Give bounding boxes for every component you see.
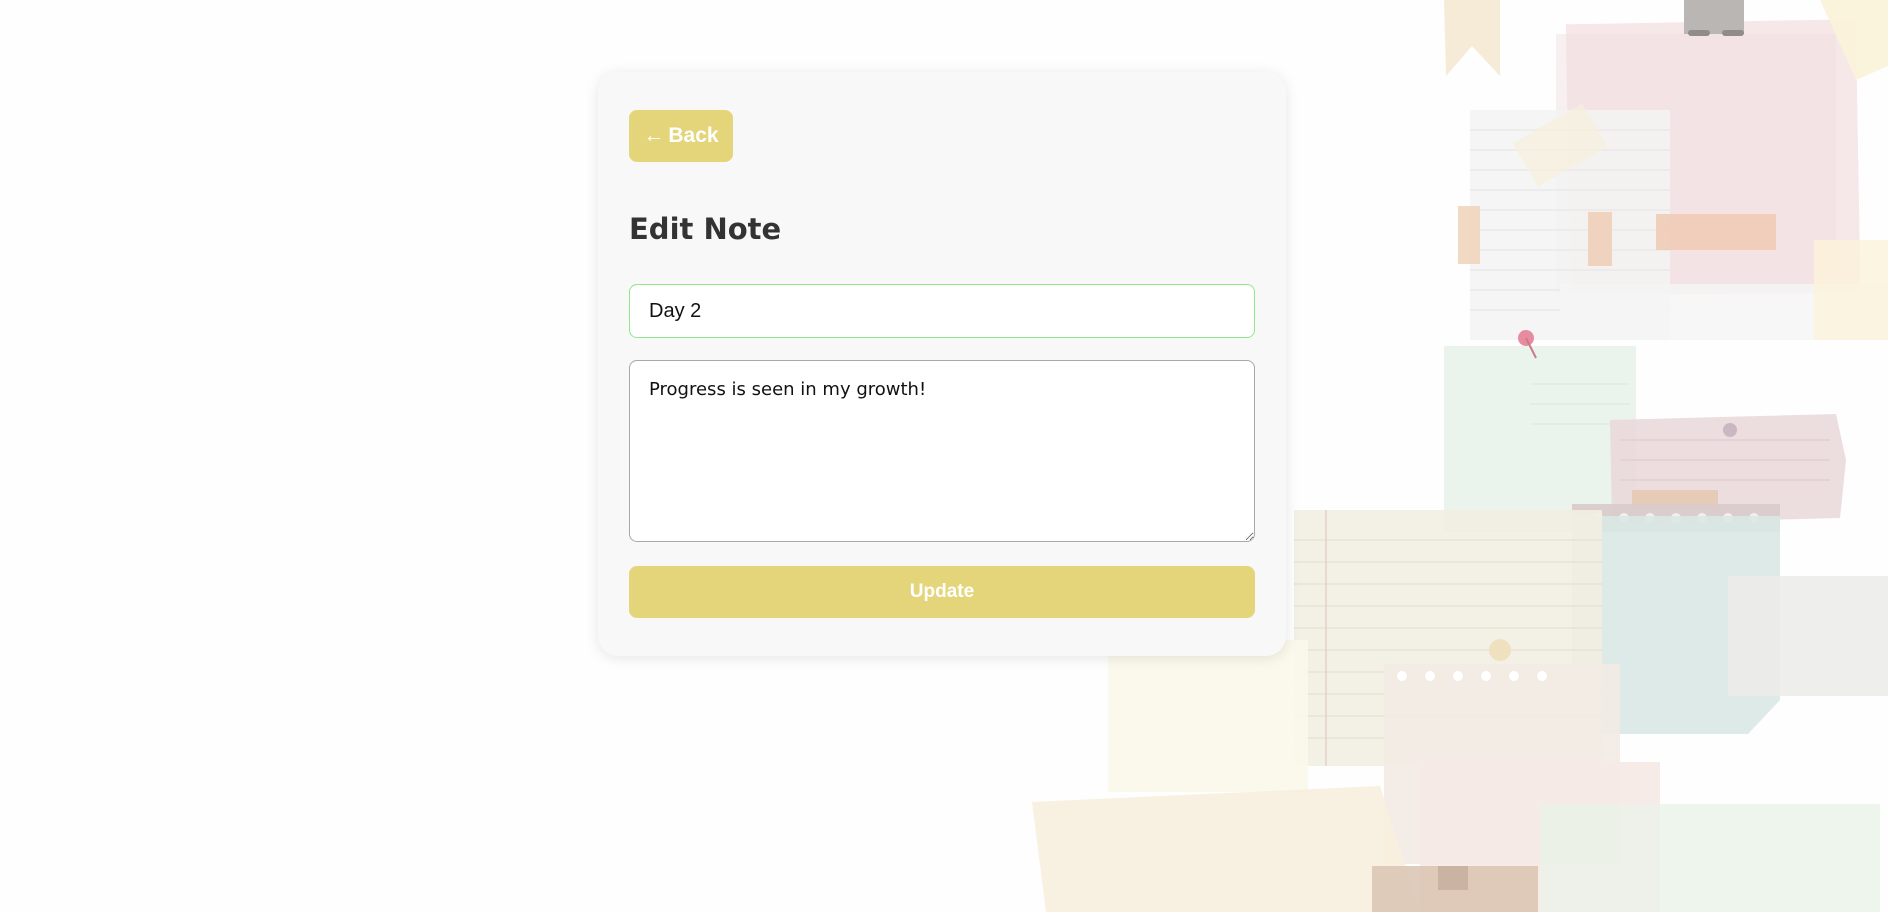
edit-note-card: ← Back Edit Note Progress is seen in my … xyxy=(598,72,1286,656)
page-title: Edit Note xyxy=(629,212,782,246)
page: ← Back Edit Note Progress is seen in my … xyxy=(0,0,1888,912)
note-title-input[interactable] xyxy=(629,284,1255,338)
note-body-textarea[interactable]: Progress is seen in my growth! xyxy=(629,360,1255,542)
update-button[interactable]: Update xyxy=(629,566,1255,618)
back-button-label: Back xyxy=(668,124,719,147)
back-button[interactable]: ← Back xyxy=(629,110,733,162)
arrow-left-icon: ← xyxy=(643,124,665,147)
